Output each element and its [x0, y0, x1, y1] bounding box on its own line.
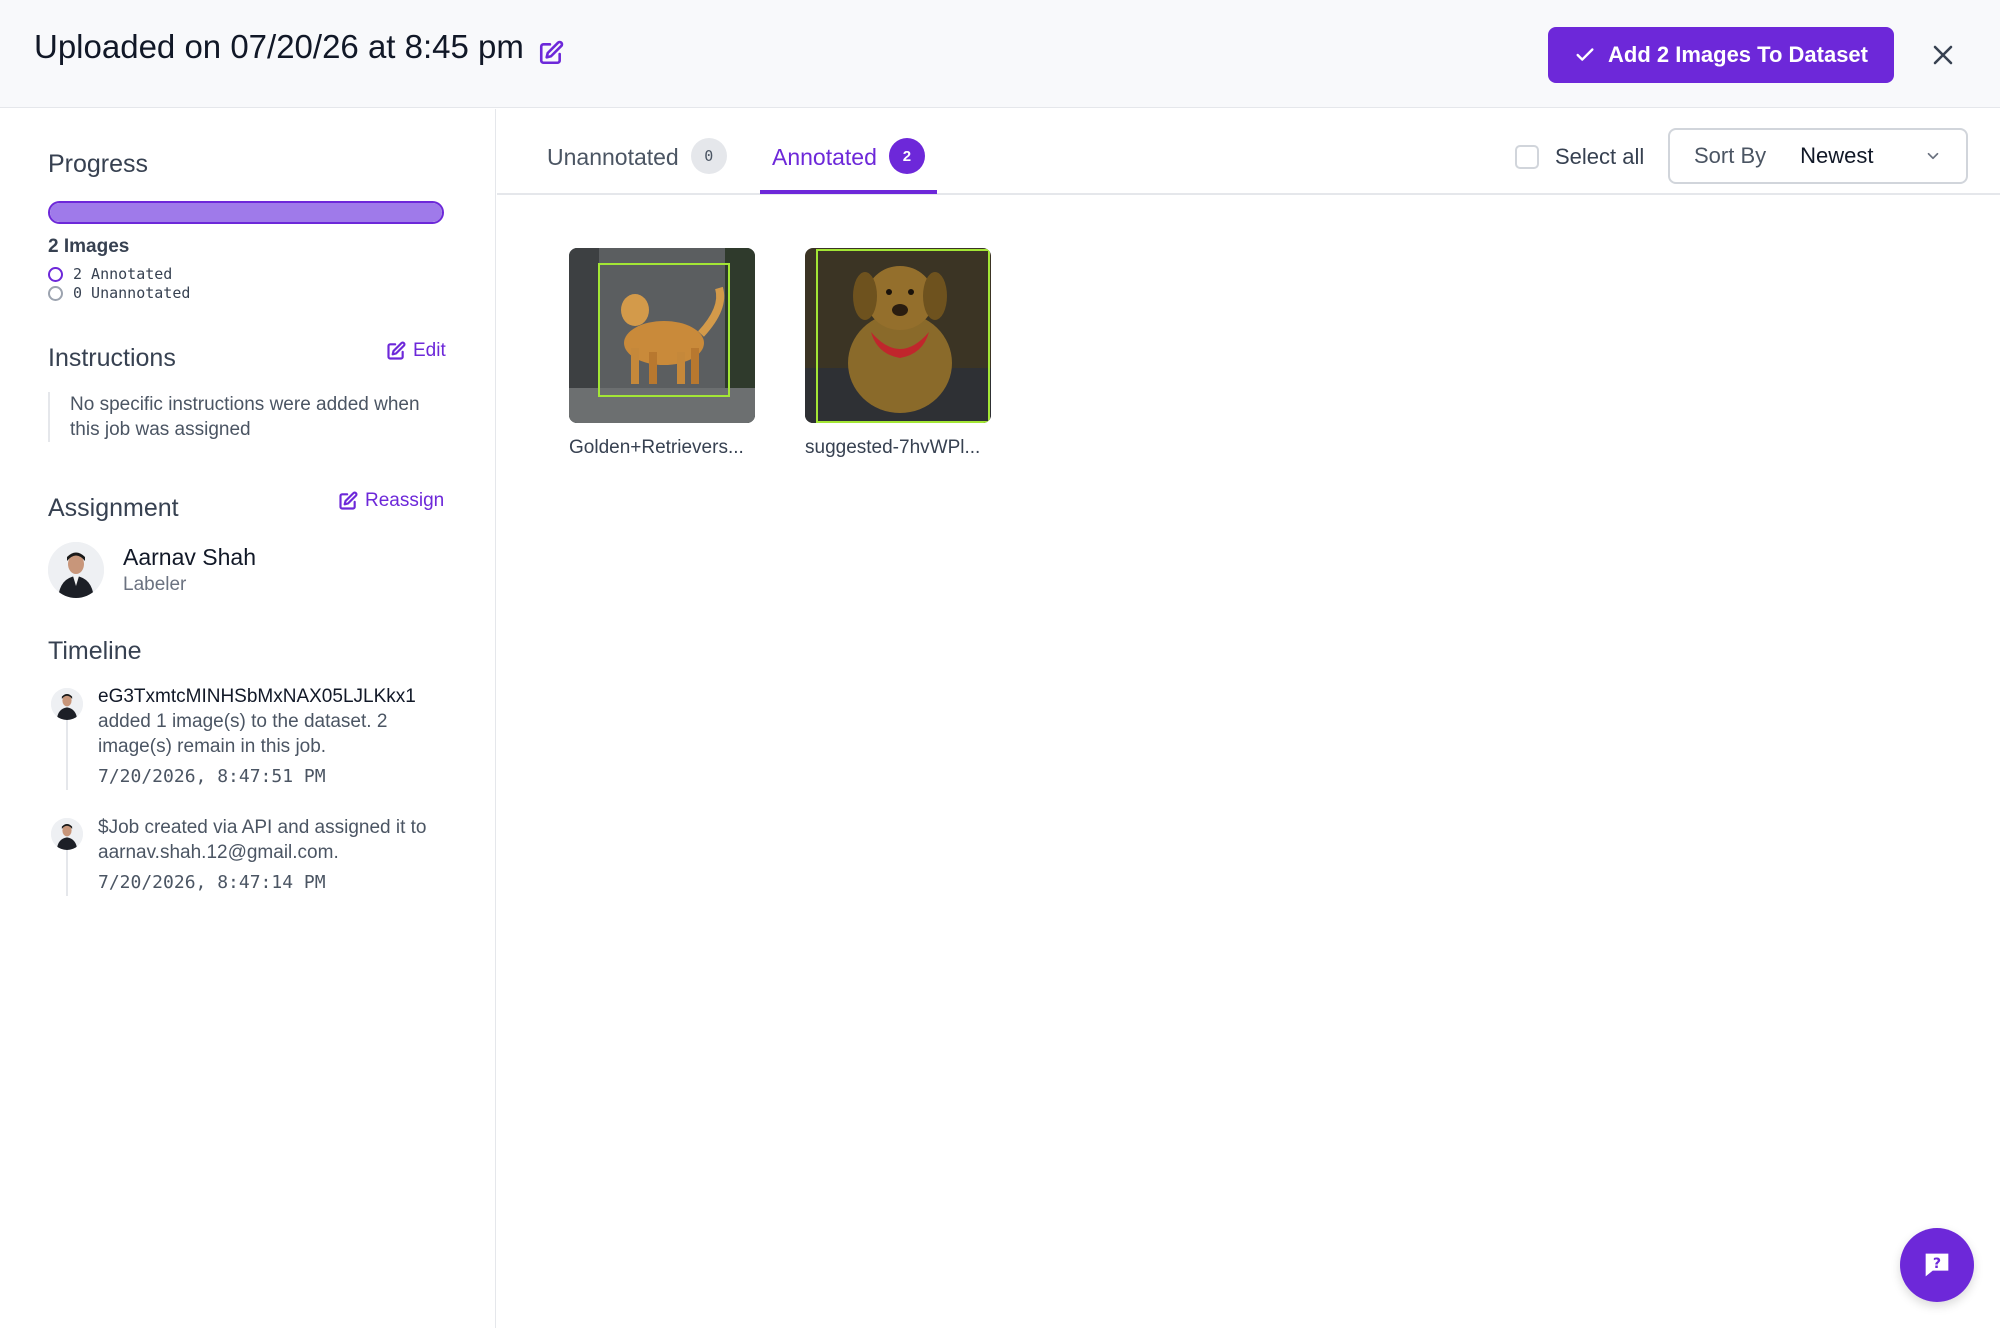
edit-icon — [387, 341, 406, 360]
assignee-avatar — [48, 542, 104, 598]
sort-value: Newest — [1800, 143, 1874, 168]
timeline-timestamp: 7/20/2026, 8:47:51 PM — [98, 766, 326, 787]
header-bar: Uploaded on 07/20/26 at 8:45 pm Add 2 Im… — [0, 0, 2000, 108]
timeline-event: eG3TxmtcMINHSbMxNAX05LJLKkx1 added 1 ima… — [98, 684, 450, 759]
add-images-to-dataset-button[interactable]: Add 2 Images To Dataset — [1548, 27, 1894, 83]
timeline-event-text: added 1 image(s) to the dataset. 2 image… — [98, 711, 388, 757]
timeline-connector — [66, 718, 68, 790]
edit-title-icon[interactable] — [538, 36, 564, 65]
instructions-text: No specific instructions were added when… — [48, 392, 446, 442]
page-title: Uploaded on 07/20/26 at 8:45 pm — [34, 28, 564, 66]
tab-annotated-count: 2 — [888, 138, 925, 174]
image-thumbnail[interactable] — [805, 248, 991, 423]
instructions-title: Instructions — [48, 344, 176, 372]
assignee-name: Aarnav Shah — [123, 544, 256, 570]
tab-unannotated-label: Unannotated — [547, 144, 679, 170]
tab-unannotated[interactable]: Unannotated 0 — [535, 138, 739, 198]
reassign-label: Reassign — [365, 490, 445, 511]
image-filename: Golden+Retrievers... — [569, 437, 744, 458]
chevron-down-icon — [1927, 152, 1939, 160]
select-all[interactable]: Select all — [1515, 144, 1644, 170]
image-card[interactable]: suggested-7hvWPl... — [805, 248, 991, 459]
timeline-connector — [66, 848, 68, 896]
tab-annotated[interactable]: Annotated 2 — [760, 138, 937, 194]
progress-bar-fill — [50, 203, 442, 222]
edit-label: Edit — [413, 340, 446, 361]
unannotated-dot-icon — [48, 285, 63, 301]
annotated-dot-icon — [48, 266, 63, 282]
timeline-timestamp: 7/20/2026, 8:47:14 PM — [98, 872, 326, 893]
progress-bar — [48, 201, 444, 224]
check-icon — [1576, 48, 1594, 61]
timeline-actor: eG3TxmtcMINHSbMxNAX05LJLKkx1 — [98, 686, 416, 707]
assignment-title: Assignment — [48, 494, 179, 522]
progress-title: Progress — [48, 150, 149, 178]
legend-annotated: 2 Annotated — [48, 265, 172, 283]
add-images-label: Add 2 Images To Dataset — [1608, 42, 1868, 67]
legend-unannotated: 0 Unannotated — [48, 284, 190, 302]
sort-label: Sort By — [1694, 143, 1767, 168]
unannotated-count: 0 Unannotated — [73, 284, 191, 302]
svg-text:?: ? — [1933, 1256, 1941, 1272]
images-count: 2 Images — [48, 236, 130, 257]
timeline-avatar — [51, 688, 83, 720]
help-chat-icon: ? — [1925, 1253, 1949, 1277]
select-all-label: Select all — [1555, 144, 1645, 169]
annotated-count: 2 Annotated — [73, 265, 173, 283]
reassign-button[interactable]: Reassign — [338, 490, 444, 512]
edit-instructions-button[interactable]: Edit — [386, 340, 446, 362]
timeline-event: $Job created via API and assigned it to … — [98, 815, 450, 865]
image-thumbnail[interactable] — [569, 248, 755, 423]
timeline-event-text: $Job created via API and assigned it to … — [98, 817, 427, 863]
close-icon[interactable] — [1926, 38, 1960, 72]
tab-annotated-label: Annotated — [772, 144, 877, 170]
image-filename: suggested-7hvWPl... — [805, 437, 981, 458]
image-card[interactable]: Golden+Retrievers... — [569, 248, 755, 459]
help-button[interactable]: ? — [1900, 1228, 1974, 1302]
edit-icon — [339, 491, 358, 510]
timeline-avatar — [51, 818, 83, 850]
page-title-text: Uploaded on 07/20/26 at 8:45 pm — [34, 28, 524, 65]
assignee-role: Labeler — [123, 574, 187, 595]
tab-unannotated-count: 0 — [690, 138, 727, 174]
sort-dropdown[interactable]: Sort By Newest — [1668, 128, 1968, 184]
timeline-title: Timeline — [48, 637, 142, 665]
select-all-checkbox[interactable] — [1515, 145, 1539, 169]
